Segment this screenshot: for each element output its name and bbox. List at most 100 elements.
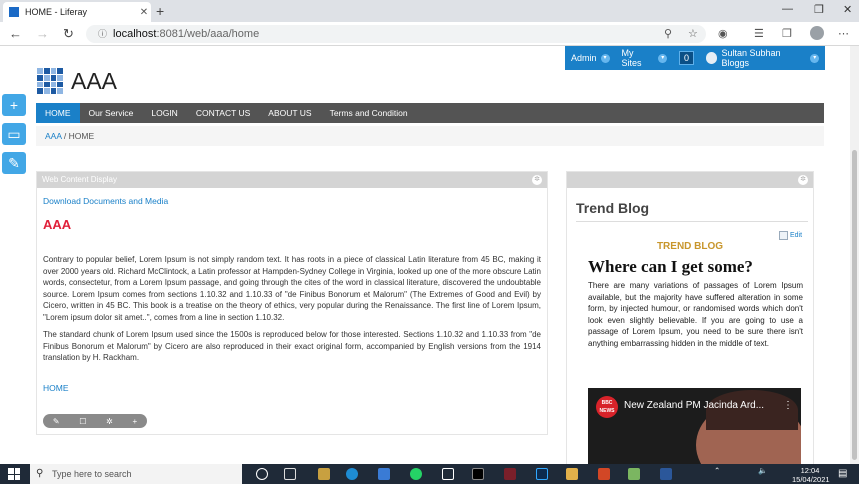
edit-icon[interactable]: ✎ (2, 152, 26, 174)
url-path: :8081/web/aaa/home (156, 28, 260, 40)
add-icon[interactable]: + (132, 417, 137, 426)
web-content-portlet: Web Content Display ✲ Download Documents… (36, 171, 548, 435)
profile-avatar[interactable] (810, 26, 824, 40)
divider (576, 221, 808, 222)
main-navigation: HOME Our Service LOGIN CONTACT US ABOUT … (36, 103, 824, 123)
nav-item-contact-us[interactable]: CONTACT US (187, 103, 259, 123)
volume-icon[interactable]: 🔈 (758, 466, 767, 475)
nav-item-our-service[interactable]: Our Service (80, 103, 143, 123)
blog-edit-link[interactable]: Edit (779, 231, 802, 240)
nav-item-terms[interactable]: Terms and Condition (321, 103, 417, 123)
download-documents-link[interactable]: Download Documents and Media (43, 196, 168, 206)
portlet-header: ✲ (567, 172, 813, 188)
url-host: localhost (113, 28, 157, 40)
windows-start-icon[interactable] (8, 468, 20, 480)
favorites-bar-icon[interactable]: ☰ (754, 27, 764, 40)
chevron-down-icon: ▾ (600, 53, 610, 63)
clock-time: 12:04 (800, 466, 820, 475)
folder-icon[interactable] (566, 468, 578, 480)
scrollbar-thumb[interactable] (852, 150, 857, 460)
tray-chevron-icon[interactable]: ⌃ (714, 466, 720, 475)
store-icon[interactable] (378, 468, 390, 480)
bbc-news-logo: BBC NEWS (596, 396, 618, 418)
more-menu-icon[interactable]: ⋯ (838, 27, 849, 40)
home-link[interactable]: HOME (43, 383, 69, 393)
chevron-down-icon: ▾ (658, 53, 667, 63)
blog-body: There are many variations of passages of… (588, 281, 803, 348)
site-logo[interactable] (37, 68, 63, 94)
breadcrumb-separator: / (63, 131, 67, 141)
windows-taskbar: ⚲ Type here to search ⌃ 🔈 12:04 15/04/20… (0, 464, 859, 484)
trend-blog-label: TREND BLOG (656, 241, 724, 252)
liferay-favicon-icon (9, 7, 19, 17)
collections-icon[interactable]: ❐ (782, 27, 792, 40)
video-menu-icon[interactable]: ⋮ (783, 400, 793, 411)
window-close-button[interactable]: ✕ (843, 3, 852, 16)
task-view-icon[interactable] (284, 468, 296, 480)
edit-square-icon[interactable]: ☐ (79, 417, 86, 426)
photoshop-icon[interactable] (536, 468, 548, 480)
back-arrow-icon[interactable]: ← (9, 26, 22, 41)
gear-icon[interactable]: ✲ (532, 175, 542, 185)
restore-button[interactable]: ❐ (814, 3, 824, 16)
edge-icon[interactable] (346, 468, 358, 480)
video-title[interactable]: New Zealand PM Jacinda Ard... (624, 400, 764, 411)
taskbar-search-placeholder: Type here to search (52, 469, 132, 479)
site-name: AAA (71, 68, 118, 94)
minimize-button[interactable]: — (782, 3, 793, 15)
user-avatar (706, 52, 718, 64)
pencil-icon[interactable]: ✎ (53, 417, 60, 426)
breadcrumb-root[interactable]: AAA (45, 131, 62, 141)
blog-title: Trend Blog (576, 200, 650, 216)
forward-arrow-icon[interactable]: → (36, 26, 49, 41)
cortana-icon[interactable] (256, 468, 268, 480)
page-viewport: Admin ▾ My Sites ▾ 0 Sultan Subhan Blogg… (0, 46, 850, 464)
portlet-edit-toolbar: ✎ ☐ ✲ + (43, 414, 147, 428)
blog-edit-label: Edit (790, 232, 803, 239)
new-tab-button[interactable]: + (156, 3, 164, 19)
image-app-icon[interactable] (628, 468, 640, 480)
notifications-badge[interactable]: 0 (678, 51, 694, 65)
chevron-down-icon: ▾ (810, 53, 819, 63)
zoom-icon[interactable]: ⚲ (664, 27, 672, 40)
nav-item-home[interactable]: HOME (36, 103, 80, 123)
edit-icon (779, 231, 788, 240)
content-heading: AAA (43, 217, 72, 232)
gear-icon[interactable]: ✲ (798, 175, 808, 185)
preview-monitor-icon[interactable]: ▭ (2, 123, 26, 145)
taskbar-clock[interactable]: 12:04 15/04/2021 (792, 466, 830, 484)
embedded-video[interactable]: BBC NEWS New Zealand PM Jacinda Ard... ⋮ (588, 388, 801, 464)
page-scrollbar[interactable] (850, 46, 859, 464)
terminal-icon[interactable] (472, 468, 484, 480)
breadcrumb: AAA / HOME (36, 126, 824, 146)
dockbar-my-sites[interactable]: My Sites ▾ (616, 48, 673, 68)
browser-tab[interactable]: HOME - Liferay ✕ (3, 2, 151, 22)
address-bar[interactable]: ⓘ localhost:8081/web/aaa/home (86, 25, 706, 43)
taskbar-search[interactable]: ⚲ Type here to search (30, 464, 242, 484)
browser-tabbar: HOME - Liferay ✕ + — ❐ ✕ (0, 0, 859, 22)
add-icon[interactable]: + (2, 94, 26, 116)
blog-heading: Where can I get some? (588, 257, 753, 276)
favorite-star-icon[interactable]: ☆ (688, 27, 698, 40)
info-icon[interactable]: ⓘ (98, 29, 107, 39)
dockbar-user-name: Sultan Subhan Bloggs (721, 48, 781, 68)
portlet-title: Web Content Display (42, 175, 117, 184)
dockbar-admin[interactable]: Admin ▾ (565, 53, 616, 63)
reload-icon[interactable]: ↻ (63, 26, 74, 42)
dockbar-user[interactable]: Sultan Subhan Bloggs ▾ (700, 48, 825, 68)
extension-icon[interactable]: ◉ (718, 27, 728, 40)
word-icon[interactable] (660, 468, 672, 480)
app-icon[interactable] (504, 468, 516, 480)
notepad-icon[interactable] (442, 468, 454, 480)
trend-blog-portlet: ✲ Trend Blog Edit TREND BLOG Where can I… (566, 171, 814, 464)
powerpoint-icon[interactable] (598, 468, 610, 480)
browser-toolbar: ← → ↻ ⓘ localhost:8081/web/aaa/home ⚲ ☆ ◉… (0, 22, 859, 46)
content-paragraph-2: The standard chunk of Lorem Ipsum used s… (43, 330, 541, 363)
nav-item-login[interactable]: LOGIN (142, 103, 186, 123)
tab-close-icon[interactable]: ✕ (137, 7, 151, 18)
file-explorer-icon[interactable] (318, 468, 330, 480)
notification-center-icon[interactable]: ▤ (838, 468, 847, 479)
whatsapp-icon[interactable] (410, 468, 422, 480)
gear-icon[interactable]: ✲ (106, 417, 113, 426)
nav-item-about-us[interactable]: ABOUT US (259, 103, 320, 123)
